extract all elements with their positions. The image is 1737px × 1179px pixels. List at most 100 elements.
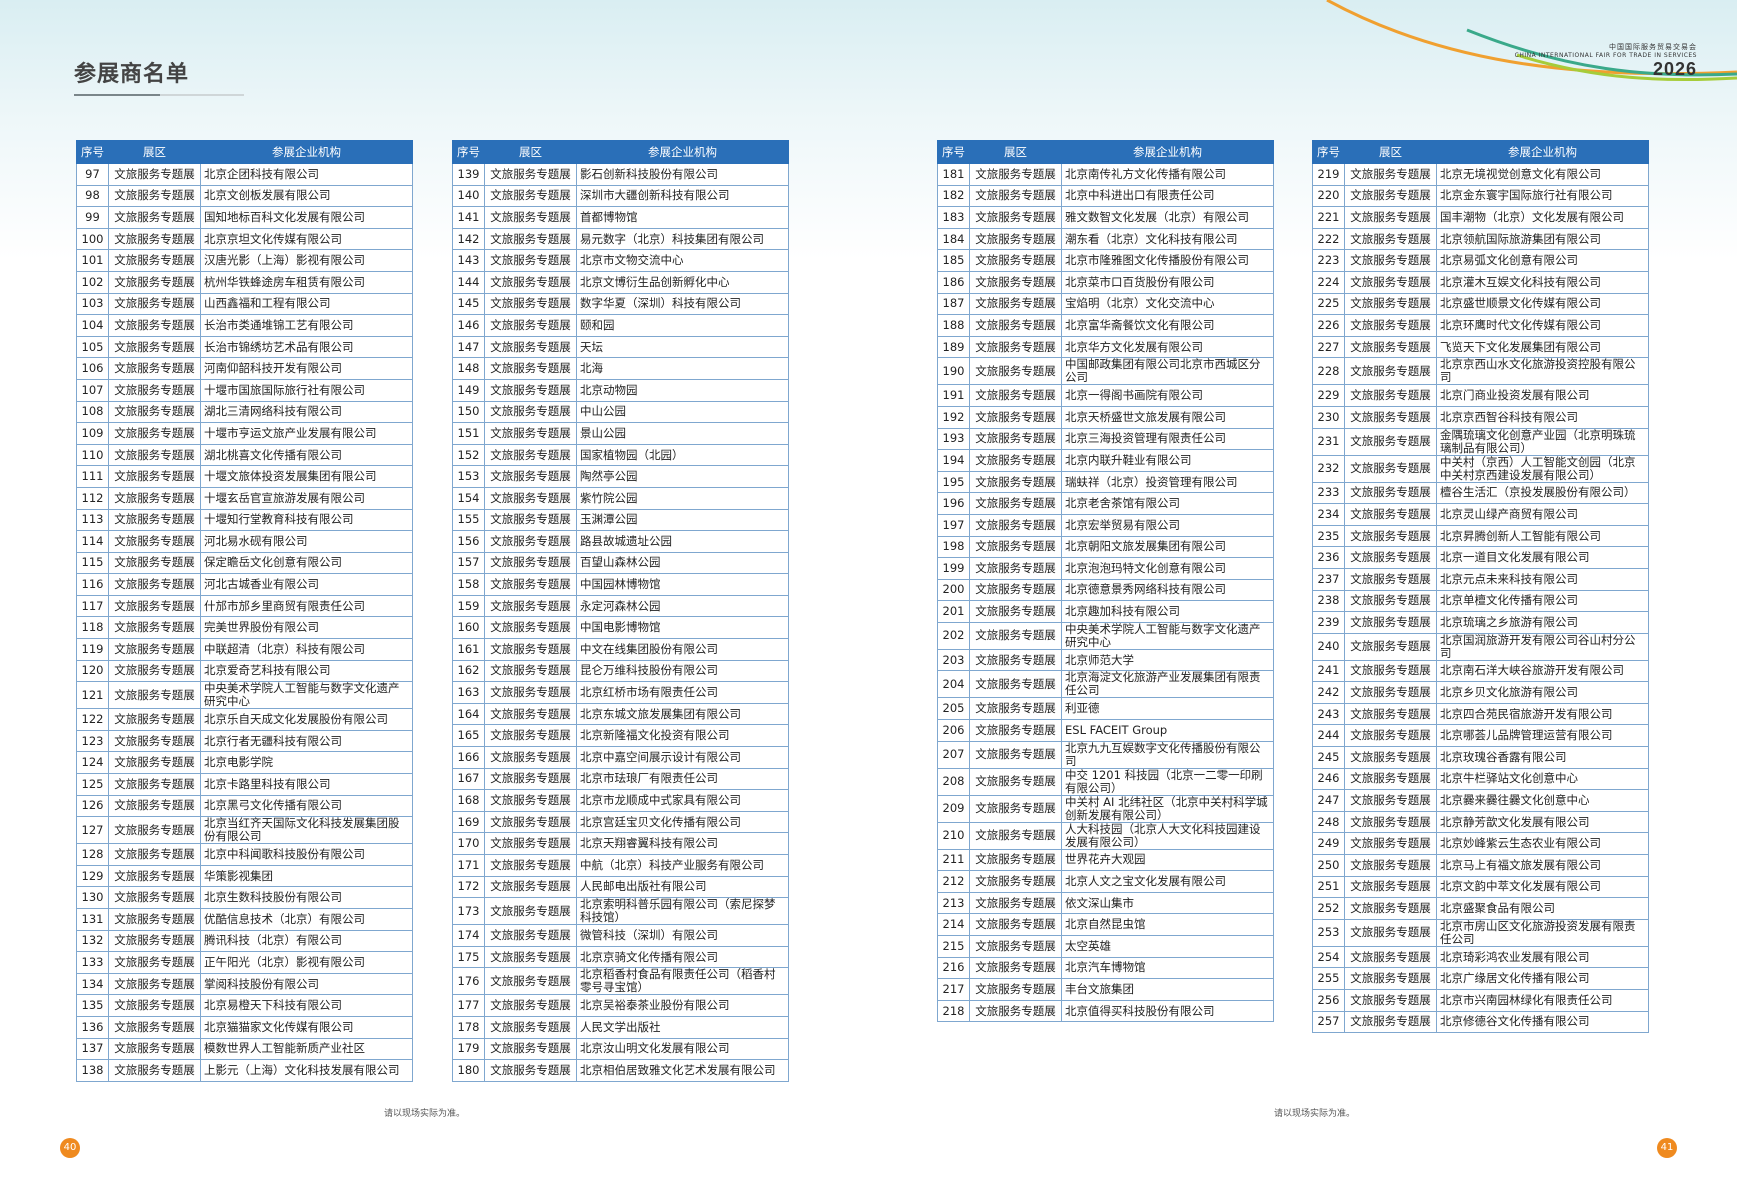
table-row: 137 文旅服务专题展 模数世界人工智能新质产业社区 [76, 1037, 413, 1061]
row-number: 161 [452, 638, 485, 661]
row-zone: 文旅服务专题展 [969, 719, 1062, 742]
row-zone: 文旅服务专题展 [1344, 681, 1437, 704]
row-number: 230 [1312, 405, 1345, 429]
row-organization: 北京盛聚食品有限公司 [1436, 897, 1649, 920]
table-row: 218 文旅服务专题展 北京值得买科技股份有限公司 [937, 999, 1274, 1023]
row-organization: 北京市文物交流中心 [576, 249, 789, 272]
row-organization: 北京当红齐天国际文化科技发展集团股份有限公司 [200, 816, 413, 845]
table-row: 107 文旅服务专题展 十堰市国旅国际旅行社有限公司 [76, 378, 413, 402]
table-row: 220 文旅服务专题展 北京金东寰宇国际旅行社有限公司 [1312, 184, 1649, 208]
row-zone: 文旅服务专题展 [108, 908, 201, 931]
row-zone: 文旅服务专题展 [484, 465, 577, 488]
table-row: 160 文旅服务专题展 中国电影博物馆 [452, 616, 789, 640]
row-zone: 文旅服务专题展 [1344, 405, 1437, 429]
row-number: 139 [452, 163, 485, 186]
row-organization: 雅文数智文化发展（北京）有限公司 [1061, 206, 1274, 229]
row-organization: 北京九九互娱数字文化传播股份有限公司 [1061, 740, 1274, 769]
table-row: 136 文旅服务专题展 北京猫猫家文化传媒有限公司 [76, 1015, 413, 1039]
row-zone: 文旅服务专题展 [1344, 632, 1437, 661]
row-number: 157 [452, 551, 485, 575]
row-zone: 文旅服务专题展 [108, 573, 201, 596]
row-organization: 国家植物园（北园） [576, 443, 789, 467]
row-number: 201 [937, 600, 970, 623]
row-number: 220 [1312, 184, 1345, 208]
table-row: 159 文旅服务专题展 永定河森林公园 [452, 594, 789, 618]
row-number: 144 [452, 270, 485, 294]
row-zone: 文旅服务专题展 [1344, 967, 1437, 990]
row-zone: 文旅服务专题展 [1344, 724, 1437, 748]
row-zone: 文旅服务专题展 [969, 913, 1062, 937]
row-zone: 文旅服务专题展 [969, 227, 1062, 251]
row-organization: 檀谷生活汇（京投发展股份有限公司） [1436, 481, 1649, 505]
table-row: 158 文旅服务专题展 中国园林博物馆 [452, 573, 789, 596]
row-number: 117 [76, 594, 109, 618]
row-organization: 北京金东寰宇国际旅行社有限公司 [1436, 184, 1649, 208]
table-row: 254 文旅服务专题展 北京琦彩鸿农业发展有限公司 [1312, 945, 1649, 969]
row-organization: 北京索明科普乐园有限公司（索尼探梦科技馆） [576, 897, 789, 926]
table-row: 144 文旅服务专题展 北京文博衍生品创新孵化中心 [452, 270, 789, 294]
row-organization: 北京无境视觉创意文化有限公司 [1436, 163, 1649, 186]
row-zone: 文旅服务专题展 [969, 697, 1062, 721]
row-number: 192 [937, 405, 970, 429]
brand-year: 2026 [1652, 59, 1697, 79]
row-organization: 百望山森林公园 [576, 551, 789, 575]
table-header-row: 序号 展区 参展企业机构 [452, 140, 789, 164]
row-number: 172 [452, 875, 485, 899]
row-zone: 文旅服务专题展 [1344, 875, 1437, 899]
table-row: 181 文旅服务专题展 北京南传礼方文化传播有限公司 [937, 163, 1274, 186]
row-zone: 文旅服务专题展 [108, 249, 201, 272]
footnote-left: 请以现场实际为准。 [384, 1109, 466, 1119]
row-organization: 北京红桥市场有限责任公司 [576, 681, 789, 704]
row-organization: 北京元点未来科技有限公司 [1436, 567, 1649, 591]
row-number: 179 [452, 1037, 485, 1061]
row-number: 105 [76, 335, 109, 359]
row-organization: 山西鑫福和工程有限公司 [200, 292, 413, 316]
table-row: 116 文旅服务专题展 河北古城香业有限公司 [76, 573, 413, 596]
row-number: 112 [76, 486, 109, 510]
row-zone: 文旅服务专题展 [969, 449, 1062, 472]
row-zone: 文旅服务专题展 [484, 681, 577, 704]
table-row: 106 文旅服务专题展 河南仰韶科技开发有限公司 [76, 357, 413, 380]
row-organization: 中航（北京）科技产业服务有限公司 [576, 854, 789, 877]
row-number: 146 [452, 314, 485, 337]
row-zone: 文旅服务专题展 [484, 270, 577, 294]
row-zone: 文旅服务专题展 [108, 227, 201, 251]
row-zone: 文旅服务专题展 [108, 422, 201, 445]
table-row: 129 文旅服务专题展 华策影视集团 [76, 864, 413, 888]
row-zone: 文旅服务专题展 [484, 357, 577, 380]
row-number: 156 [452, 530, 485, 553]
row-number: 126 [76, 794, 109, 818]
row-zone: 文旅服务专题展 [108, 163, 201, 186]
row-organization: 汉唐光影（上海）影视有限公司 [200, 249, 413, 272]
row-organization: 北海 [576, 357, 789, 380]
row-number: 125 [76, 773, 109, 796]
row-organization: 国丰潮物（北京）文化发展有限公司 [1436, 206, 1649, 229]
row-zone: 文旅服务专题展 [1344, 163, 1437, 186]
table-row: 127 文旅服务专题展 北京当红齐天国际文化科技发展集团股份有限公司 [76, 816, 413, 845]
row-organization: 北京文博衍生品创新孵化中心 [576, 270, 789, 294]
table-row: 242 文旅服务专题展 北京乡贝文化旅游有限公司 [1312, 681, 1649, 704]
row-organization: 北京京坦文化传媒有限公司 [200, 227, 413, 251]
row-organization: 北京灌木互娱文化科技有限公司 [1436, 270, 1649, 294]
row-zone: 文旅服务专题展 [484, 335, 577, 359]
row-zone: 文旅服务专题展 [969, 648, 1062, 672]
row-number: 164 [452, 702, 485, 726]
row-number: 203 [937, 648, 970, 672]
row-zone: 文旅服务专题展 [484, 443, 577, 467]
row-number: 244 [1312, 724, 1345, 748]
row-number: 245 [1312, 746, 1345, 769]
table-row: 219 文旅服务专题展 北京无境视觉创意文化有限公司 [1312, 163, 1649, 186]
row-zone: 文旅服务专题展 [969, 535, 1062, 559]
row-organization: 长治市类通堆锦工艺有限公司 [200, 314, 413, 337]
table-row: 168 文旅服务专题展 北京市龙顺成中式家具有限公司 [452, 789, 789, 812]
row-organization: 北京自然昆虫馆 [1061, 913, 1274, 937]
table-row: 178 文旅服务专题展 人民文学出版社 [452, 1015, 789, 1039]
table-row: 192 文旅服务专题展 北京天桥盛世文旅发展有限公司 [937, 405, 1274, 429]
row-zone: 文旅服务专题展 [1344, 767, 1437, 791]
row-zone: 文旅服务专题展 [484, 486, 577, 510]
table-row: 191 文旅服务专题展 北京一得阁书画院有限公司 [937, 384, 1274, 407]
row-number: 231 [1312, 427, 1345, 456]
row-zone: 文旅服务专题展 [969, 999, 1062, 1023]
row-zone: 文旅服务专题展 [1344, 810, 1437, 834]
row-number: 180 [452, 1059, 485, 1082]
